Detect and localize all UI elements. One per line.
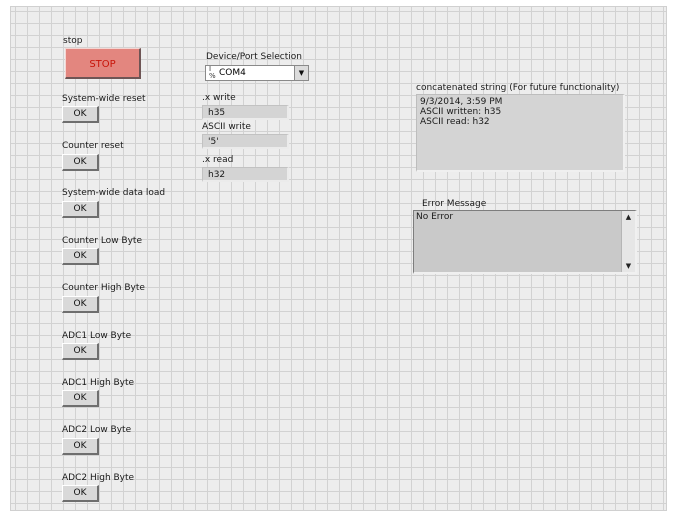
concat-line-written: ASCII written: h35 <box>420 107 502 117</box>
device-port-select[interactable]: I% COM4 ▼ <box>205 65 309 81</box>
counter-low-byte-button[interactable]: OK <box>62 248 99 265</box>
x-write-indicator: h35 <box>202 105 289 120</box>
stop-button[interactable]: STOP <box>65 48 141 79</box>
adc2-high-byte-button[interactable]: OK <box>62 485 99 502</box>
adc2-low-byte-label: ADC2 Low Byte <box>62 425 132 435</box>
counter-high-byte-label: Counter High Byte <box>62 283 145 293</box>
counter-high-byte-button[interactable]: OK <box>62 296 99 313</box>
adc2-low-byte-button[interactable]: OK <box>62 438 99 455</box>
counter-reset-button[interactable]: OK <box>62 154 99 171</box>
error-message-value: No Error <box>416 212 454 222</box>
adc1-high-byte-button[interactable]: OK <box>62 390 99 407</box>
device-port-label: Device/Port Selection <box>206 52 302 62</box>
stop-label: stop <box>63 36 83 46</box>
system-wide-data-load-button[interactable]: OK <box>62 201 99 218</box>
error-message-label: Error Message <box>422 199 487 209</box>
concatenated-string-label: concatenated string (For future function… <box>416 83 620 93</box>
x-read-label: .x read <box>202 155 234 165</box>
ascii-write-indicator: '5' <box>202 134 289 149</box>
ascii-write-label: ASCII write <box>202 122 251 132</box>
adc1-low-byte-label: ADC1 Low Byte <box>62 331 132 341</box>
concat-line-timestamp: 9/3/2014, 3:59 PM <box>420 97 503 107</box>
scroll-up-icon[interactable]: ▲ <box>622 213 635 221</box>
concat-line-read: ASCII read: h32 <box>420 117 490 127</box>
counter-reset-label: Counter reset <box>62 141 124 151</box>
scroll-down-icon[interactable]: ▼ <box>622 262 635 270</box>
system-wide-reset-button[interactable]: OK <box>62 106 99 123</box>
dropdown-arrow-icon[interactable]: ▼ <box>294 66 308 80</box>
adc1-low-byte-button[interactable]: OK <box>62 343 99 360</box>
adc1-high-byte-label: ADC1 High Byte <box>62 378 135 388</box>
io-resource-icon: I% <box>209 65 216 80</box>
system-wide-data-load-label: System-wide data load <box>62 188 166 198</box>
error-message-indicator: No Error ▲ ▼ <box>413 210 637 274</box>
adc2-high-byte-label: ADC2 High Byte <box>62 473 135 483</box>
system-wide-reset-label: System-wide reset <box>62 94 146 104</box>
concatenated-string-indicator: 9/3/2014, 3:59 PM ASCII written: h35 ASC… <box>416 94 625 172</box>
x-write-label: .x write <box>202 93 236 103</box>
error-scrollbar[interactable]: ▲ ▼ <box>621 211 635 272</box>
device-port-value: COM4 <box>219 68 246 78</box>
counter-low-byte-label: Counter Low Byte <box>62 236 142 246</box>
x-read-indicator: h32 <box>202 167 289 182</box>
